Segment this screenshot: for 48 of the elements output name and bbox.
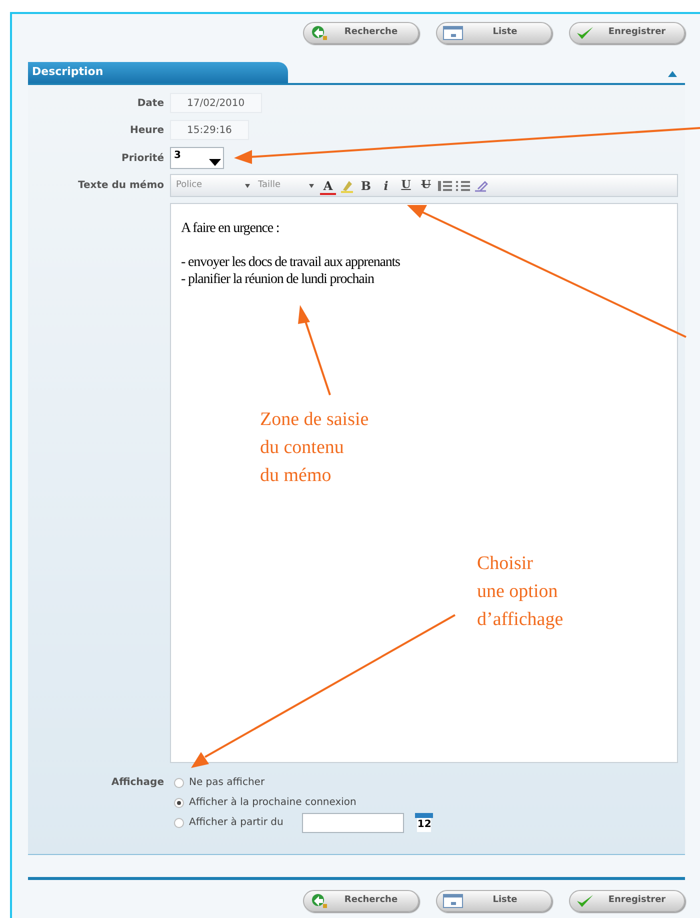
option-label: Ne pas afficher xyxy=(189,776,265,790)
check-icon xyxy=(576,26,594,40)
field-label: Affichage xyxy=(110,776,165,790)
dropdown-icon xyxy=(245,184,250,188)
italic-button[interactable]: i xyxy=(378,176,394,194)
field-label: Priorité xyxy=(120,152,165,166)
date-field[interactable] xyxy=(302,812,404,832)
search-button[interactable]: Recherche xyxy=(303,22,419,44)
dropdown-icon xyxy=(309,184,314,188)
read-only-field: 15:29:16 xyxy=(170,120,249,140)
radio-button[interactable] xyxy=(174,778,184,788)
font-color-button[interactable]: A xyxy=(320,176,336,194)
bold-button[interactable]: B xyxy=(358,176,374,194)
list-button[interactable]: Liste xyxy=(436,22,552,44)
list-icon[interactable] xyxy=(456,180,470,192)
field-label: Heure xyxy=(129,124,165,138)
memo-text-line: - planifier la réunion de lundi prochain xyxy=(181,271,374,288)
window-icon xyxy=(443,26,463,40)
list-button[interactable]: Liste xyxy=(436,890,552,912)
field-label: Texte du mémo xyxy=(76,179,165,193)
field-label: Date xyxy=(136,96,165,110)
strikethrough-button[interactable]: U xyxy=(418,176,434,194)
search-button[interactable]: Recherche xyxy=(303,890,419,912)
radio-button[interactable] xyxy=(174,818,184,828)
toolbar-select[interactable]: Taille xyxy=(256,176,316,194)
underline-button[interactable]: U xyxy=(398,176,414,194)
save-button[interactable]: Enregistrer xyxy=(569,890,685,912)
eraser-icon[interactable] xyxy=(474,180,488,192)
window-icon xyxy=(443,894,463,908)
option-label: Afficher à la prochaine connexion xyxy=(189,796,356,810)
read-only-field: 17/02/2010 xyxy=(170,93,262,113)
section-tab[interactable]: Description xyxy=(28,62,288,83)
annotation-text: Zone de saisie du contenu du mémo xyxy=(260,408,369,488)
list-icon[interactable] xyxy=(438,180,452,192)
arrow-icon xyxy=(310,25,328,41)
option-label: Afficher à partir du xyxy=(189,816,284,830)
priority-select[interactable]: 3 xyxy=(170,147,224,169)
radio-button[interactable] xyxy=(174,798,184,808)
annotation-text: Choisir une option d’affichage xyxy=(477,552,564,632)
dropdown-icon xyxy=(209,159,221,166)
highlight-icon[interactable] xyxy=(340,178,354,192)
toolbar-select[interactable]: Police xyxy=(174,176,252,194)
check-icon xyxy=(576,894,594,908)
memo-text-line: - envoyer les docs de travail aux apprenants xyxy=(181,254,400,271)
arrow-icon xyxy=(310,893,328,909)
save-button[interactable]: Enregistrer xyxy=(569,22,685,44)
memo-text-line: A faire en urgence : xyxy=(181,220,280,237)
collapse-icon[interactable] xyxy=(668,71,677,77)
